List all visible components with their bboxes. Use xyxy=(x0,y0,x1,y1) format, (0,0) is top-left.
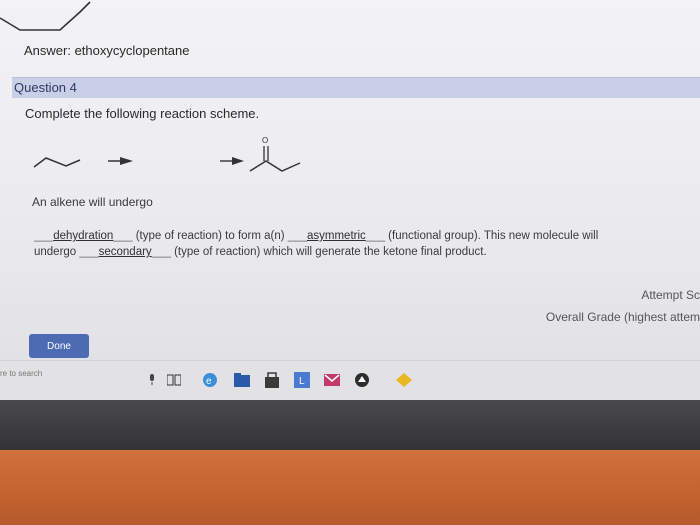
done-button[interactable]: Done xyxy=(29,334,89,358)
browser-content: Answer: ethoxycyclopentane Question 4 Co… xyxy=(0,0,700,360)
blank-answer-3[interactable]: secondary xyxy=(99,246,152,258)
question-title: Question 4 xyxy=(14,80,77,95)
intro-text: An alkene will undergo xyxy=(32,195,153,209)
taskbar: re to search e L xyxy=(0,360,700,401)
attempt-score-label: Attempt Sc xyxy=(641,288,700,302)
question-prompt: Complete the following reaction scheme. xyxy=(25,106,260,121)
ketone-oxygen-label: O xyxy=(262,136,268,145)
mail-icon[interactable] xyxy=(322,370,342,390)
fill-in-paragraph: ___dehydration___ (type of reaction) to … xyxy=(34,230,599,258)
paragraph-text-3: undergo xyxy=(34,246,77,258)
paragraph-text-4: (type of reaction) which will generate t… xyxy=(174,246,487,258)
blank-answer-1[interactable]: dehydration xyxy=(53,230,113,242)
task-view-icon[interactable] xyxy=(164,370,184,390)
taskbar-search[interactable]: re to search xyxy=(0,369,42,378)
overall-grade-label: Overall Grade (highest attem xyxy=(545,310,700,324)
file-explorer-icon[interactable] xyxy=(232,370,252,390)
edge-icon[interactable]: e xyxy=(200,370,220,390)
laptop-bezel xyxy=(0,400,700,450)
store-icon[interactable] xyxy=(262,370,282,390)
chat-icon[interactable] xyxy=(352,370,372,390)
arrowhead-2 xyxy=(232,157,244,165)
alkene-structure xyxy=(33,157,81,168)
paragraph-text-2: (functional group). This new molecule wi… xyxy=(388,230,599,242)
svg-text:L: L xyxy=(299,376,305,387)
blank-answer-2[interactable]: asymmetric xyxy=(307,230,366,242)
l-app-icon[interactable]: L xyxy=(292,370,312,390)
reaction-scheme: O xyxy=(33,136,301,172)
ketone-structure xyxy=(249,160,301,172)
laptop-body xyxy=(0,450,700,525)
paragraph-text-1: (type of reaction) to form a(n) xyxy=(135,230,285,242)
question-header: Question 4 xyxy=(12,77,700,98)
arrowhead-1 xyxy=(120,157,133,165)
answer-text: Answer: ethoxycyclopentane xyxy=(24,43,190,58)
svg-text:e: e xyxy=(206,376,212,387)
microphone-icon[interactable] xyxy=(142,370,162,390)
yellow-app-icon[interactable] xyxy=(394,370,414,390)
cyclopentane-structure xyxy=(0,1,91,31)
